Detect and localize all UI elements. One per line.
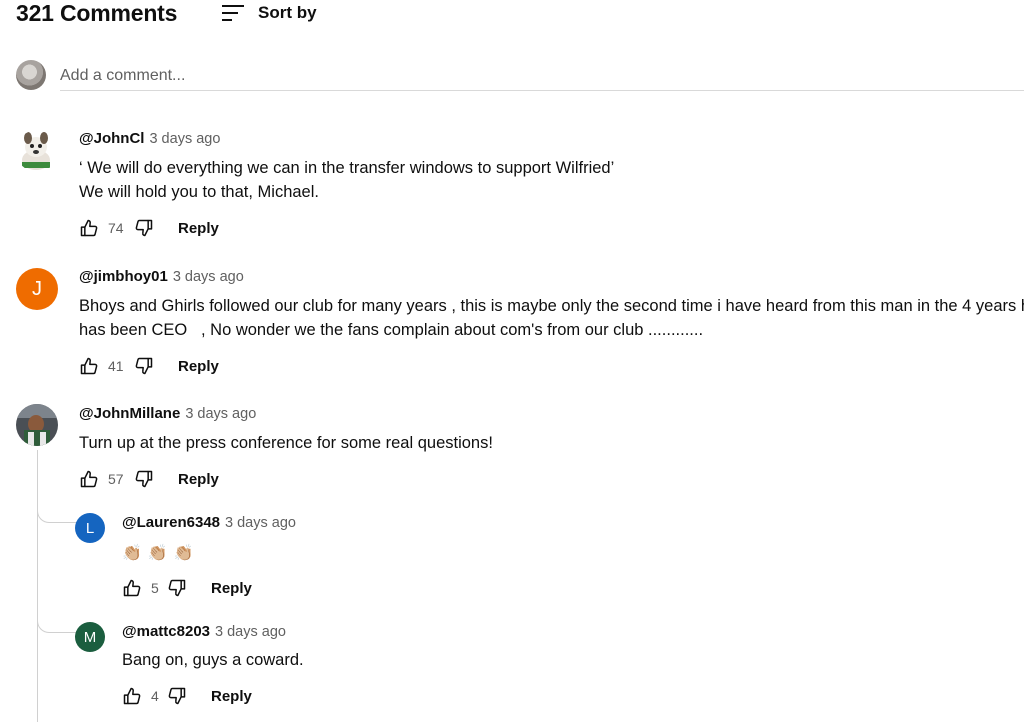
like-count: 57 xyxy=(108,471,124,487)
thread-connector xyxy=(37,510,76,523)
thumbs-down-icon xyxy=(168,579,186,597)
like-count: 4 xyxy=(151,688,159,704)
comment-time[interactable]: 3 days ago xyxy=(185,406,256,422)
reply-button[interactable]: Reply xyxy=(178,471,219,488)
thumbs-up-icon xyxy=(123,579,141,597)
comment-text-line: has been CEO , No wonder we the fans com… xyxy=(79,321,704,339)
reply-button[interactable]: Reply xyxy=(178,358,219,375)
sort-by-label: Sort by xyxy=(258,3,317,22)
comment-actions: 74 Reply xyxy=(79,216,219,240)
like-count: 41 xyxy=(108,358,124,374)
comment-author[interactable]: @JohnCl xyxy=(79,130,144,147)
avatar-image xyxy=(16,404,58,446)
avatar-letter: J xyxy=(32,277,42,300)
reply-actions: 5 Reply xyxy=(122,576,252,600)
clapping-hands-emoji: 👏🏼 xyxy=(122,545,142,562)
comment-header: @JohnMillane 3 days ago xyxy=(79,405,256,422)
thumbs-up-icon xyxy=(80,357,98,375)
reply-button[interactable]: Reply xyxy=(211,580,252,597)
thumbs-up-icon xyxy=(123,687,141,705)
avatar-image xyxy=(16,130,58,172)
sort-icon xyxy=(222,5,244,21)
avatar[interactable]: L xyxy=(75,513,105,543)
reply-actions: 4 Reply xyxy=(122,684,252,708)
comment-text-line: Bhoys and Ghirls followed our club for m… xyxy=(79,297,1024,315)
thumbs-down-icon xyxy=(135,357,153,375)
dislike-button[interactable] xyxy=(134,469,154,489)
reply-text: 👏🏼 👏🏼 👏🏼 xyxy=(122,544,194,564)
avatar-letter: L xyxy=(85,519,95,537)
comment-text-line: We will hold you to that, Michael. xyxy=(79,183,319,201)
reply-time[interactable]: 3 days ago xyxy=(225,515,296,531)
dislike-button[interactable] xyxy=(167,686,187,706)
reply-author[interactable]: @Lauren6348 xyxy=(122,514,220,531)
like-button[interactable] xyxy=(79,469,99,489)
comments-count-heading: 321 Comments xyxy=(16,0,178,26)
comment-actions: 57 Reply xyxy=(79,467,219,491)
avatar[interactable]: M xyxy=(75,622,105,652)
thumbs-down-icon xyxy=(135,470,153,488)
like-button[interactable] xyxy=(79,356,99,376)
sort-by-button[interactable]: Sort by xyxy=(222,0,317,26)
thumbs-up-icon xyxy=(80,470,98,488)
thumbs-down-icon xyxy=(135,219,153,237)
current-user-avatar xyxy=(16,60,46,90)
comment-text-line: Turn up at the press conference for some… xyxy=(79,434,493,452)
reply-button[interactable]: Reply xyxy=(178,220,219,237)
avatar[interactable] xyxy=(16,404,58,446)
add-comment-input[interactable] xyxy=(60,62,1024,91)
comment-actions: 41 Reply xyxy=(79,354,219,378)
thumbs-down-icon xyxy=(168,687,186,705)
reply-author[interactable]: @mattc8203 xyxy=(122,623,210,640)
comment-text-line: ‘ We will do everything we can in the tr… xyxy=(79,159,615,177)
reply-header: @mattc8203 3 days ago xyxy=(122,623,286,640)
comment-author[interactable]: @jimbhoy01 xyxy=(79,268,168,285)
thumbs-up-icon xyxy=(80,219,98,237)
clapping-hands-emoji: 👏🏼 xyxy=(147,545,168,562)
like-button[interactable] xyxy=(79,218,99,238)
avatar-letter: M xyxy=(83,628,97,646)
like-count: 74 xyxy=(108,220,124,236)
like-button[interactable] xyxy=(122,578,142,598)
avatar[interactable] xyxy=(16,130,58,172)
avatar[interactable]: J xyxy=(16,268,58,310)
reply-button[interactable]: Reply xyxy=(211,688,252,705)
dislike-button[interactable] xyxy=(134,356,154,376)
dislike-button[interactable] xyxy=(167,578,187,598)
dislike-button[interactable] xyxy=(134,218,154,238)
like-count: 5 xyxy=(151,580,159,596)
thread-connector xyxy=(37,620,76,633)
comment-header: @JohnCl 3 days ago xyxy=(79,130,220,147)
comment-time[interactable]: 3 days ago xyxy=(173,269,244,285)
thread-line xyxy=(37,450,38,722)
comment-author[interactable]: @JohnMillane xyxy=(79,405,180,422)
like-button[interactable] xyxy=(122,686,142,706)
comment-header: @jimbhoy01 3 days ago xyxy=(79,268,244,285)
comment-time[interactable]: 3 days ago xyxy=(149,131,220,147)
clapping-hands-emoji: 👏🏼 xyxy=(173,545,194,562)
reply-header: @Lauren6348 3 days ago xyxy=(122,514,296,531)
reply-text: Bang on, guys a coward. xyxy=(122,651,304,669)
reply-time[interactable]: 3 days ago xyxy=(215,624,286,640)
